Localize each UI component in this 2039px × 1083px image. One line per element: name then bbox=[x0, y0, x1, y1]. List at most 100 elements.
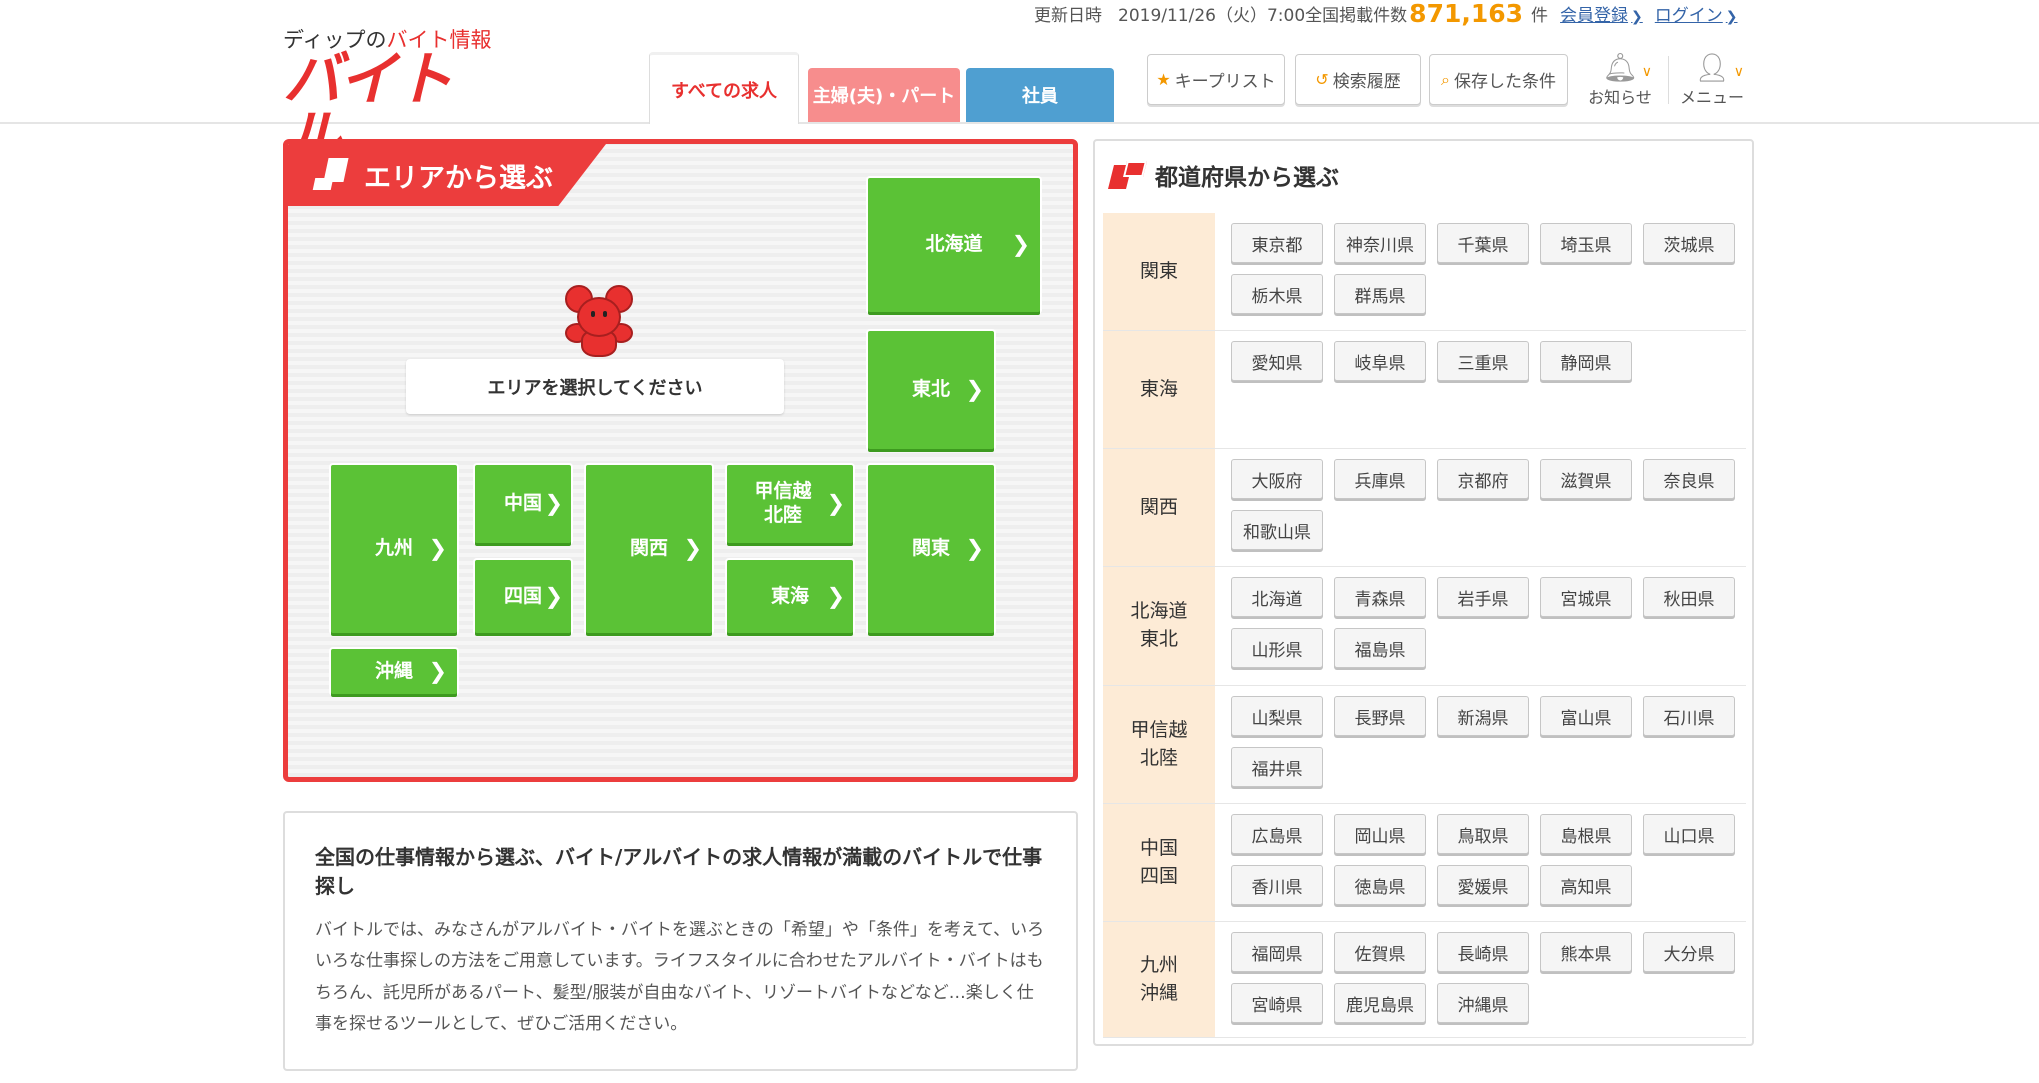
prefecture-button-group: 大阪府 兵庫県 京都府 滋賀県 奈良県和歌山県 bbox=[1231, 459, 1746, 550]
prefecture-button[interactable]: 山形県 bbox=[1231, 628, 1323, 668]
prefecture-button[interactable]: 和歌山県 bbox=[1231, 510, 1323, 550]
region-shikoku[interactable]: 四国 ❯ bbox=[475, 560, 571, 633]
prefecture-button[interactable]: 山梨県 bbox=[1231, 696, 1323, 736]
region-tokai[interactable]: 東海 ❯ bbox=[727, 560, 853, 633]
chevron-right-icon: ❯ bbox=[826, 583, 845, 609]
prefecture-button[interactable]: 北海道 bbox=[1231, 577, 1323, 617]
prefecture-button[interactable]: 栃木県 bbox=[1231, 274, 1323, 314]
prefecture-button[interactable]: 千葉県 bbox=[1437, 223, 1529, 263]
area-prompt: エリアを選択してください bbox=[406, 359, 784, 414]
prefecture-row-label: 九州 沖縄 bbox=[1103, 922, 1215, 1037]
prefecture-button[interactable]: 東京都 bbox=[1231, 223, 1323, 263]
prefecture-button[interactable]: 新潟県 bbox=[1437, 696, 1529, 736]
prefecture-button[interactable]: 高知県 bbox=[1540, 865, 1632, 905]
prefecture-button[interactable]: 神奈川県 bbox=[1334, 223, 1426, 263]
site-header: ディップのバイト情報 バイトル 更新日時 2019/11/26（火）7:00 全… bbox=[0, 0, 2039, 166]
notice-button[interactable]: 🔔︎ ∨ お知らせ bbox=[1580, 52, 1660, 108]
prefecture-button[interactable]: 埼玉県 bbox=[1540, 223, 1632, 263]
prefecture-button[interactable]: 沖縄県 bbox=[1437, 983, 1529, 1023]
prefecture-row: 関東 東京都 神奈川県 千葉県 埼玉県 茨城県 栃木県 群馬県 bbox=[1103, 213, 1746, 331]
keep-list-button[interactable]: ★ キープリスト bbox=[1147, 54, 1285, 105]
header-info-bar: 更新日時 2019/11/26（火）7:00 全国掲載件数 871,163 件 … bbox=[1034, 0, 1738, 28]
prefecture-button[interactable]: 静岡県 bbox=[1540, 341, 1632, 381]
chevron-right-icon: ❯ bbox=[826, 491, 845, 517]
saved-conditions-button[interactable]: ⌕ 保存した条件 bbox=[1429, 54, 1568, 105]
search-history-button[interactable]: ↺ 検索履歴 bbox=[1295, 54, 1421, 105]
prefecture-button[interactable]: 広島県 bbox=[1231, 814, 1323, 854]
region-hokkaido[interactable]: 北海道 ❯ bbox=[868, 178, 1040, 312]
prefecture-button[interactable]: 長野県 bbox=[1334, 696, 1426, 736]
chevron-right-icon: ❯ bbox=[965, 536, 984, 562]
prefecture-button[interactable]: 長崎県 bbox=[1437, 932, 1529, 972]
chevron-right-icon: ❯ bbox=[428, 536, 447, 562]
tab-part-time[interactable]: 主婦(夫)・パート bbox=[808, 68, 960, 122]
region-kansai[interactable]: 関西 ❯ bbox=[586, 465, 712, 633]
prefecture-button[interactable]: 福井県 bbox=[1231, 747, 1323, 787]
prefecture-button[interactable]: 徳島県 bbox=[1334, 865, 1426, 905]
area-panel-title: エリアから選ぶ bbox=[288, 144, 606, 206]
prefecture-button[interactable]: 大分県 bbox=[1643, 932, 1735, 972]
prefecture-button[interactable]: 奈良県 bbox=[1643, 459, 1735, 499]
region-chugoku[interactable]: 中国 ❯ bbox=[475, 465, 571, 543]
region-kyushu[interactable]: 九州 ❯ bbox=[331, 465, 457, 633]
prefecture-row: 東海 愛知県 岐阜県 三重県 静岡県 bbox=[1103, 331, 1746, 449]
chevron-down-icon: ∨ bbox=[1733, 64, 1744, 80]
prefecture-button[interactable]: 香川県 bbox=[1231, 865, 1323, 905]
region-kanto[interactable]: 関東 ❯ bbox=[868, 465, 994, 633]
prefecture-row-label: 甲信越 北陸 bbox=[1103, 686, 1215, 803]
menu-button[interactable]: 👤︎ ∨ メニュー bbox=[1672, 52, 1752, 108]
chevron-right-icon: ❯ bbox=[1011, 232, 1030, 258]
prefecture-button[interactable]: 兵庫県 bbox=[1334, 459, 1426, 499]
site-logo[interactable]: ディップのバイト情報 バイトル bbox=[283, 22, 492, 166]
prefecture-button[interactable]: 佐賀県 bbox=[1334, 932, 1426, 972]
prefecture-button[interactable]: 京都府 bbox=[1437, 459, 1529, 499]
prefecture-button[interactable]: 茨城県 bbox=[1643, 223, 1735, 263]
prefecture-button[interactable]: 福岡県 bbox=[1231, 932, 1323, 972]
prefecture-row-label: 中国 四国 bbox=[1103, 804, 1215, 921]
prefecture-button[interactable]: 岡山県 bbox=[1334, 814, 1426, 854]
prefecture-button[interactable]: 宮城県 bbox=[1540, 577, 1632, 617]
prefecture-button[interactable]: 滋賀県 bbox=[1540, 459, 1632, 499]
chevron-right-icon: ❯ bbox=[1631, 8, 1643, 25]
site-description: 全国の仕事情報から選ぶ、バイト/アルバイトの求人情報が満載のバイトルで仕事探し … bbox=[283, 811, 1078, 1071]
prefecture-button[interactable]: 青森県 bbox=[1334, 577, 1426, 617]
prefecture-select-panel: 都道府県から選ぶ 関東 東京都 神奈川県 千葉県 埼玉県 茨城県 栃木県 群馬県 東海 愛知県 岐阜… bbox=[1093, 139, 1754, 1046]
prefecture-row: 甲信越 北陸 山梨県 長野県 新潟県 富山県 石川県福井県 bbox=[1103, 686, 1746, 804]
prefecture-button[interactable]: 福島県 bbox=[1334, 628, 1426, 668]
prefecture-button[interactable]: 鹿児島県 bbox=[1334, 983, 1426, 1023]
prefecture-button[interactable]: 島根県 bbox=[1540, 814, 1632, 854]
prefecture-panel-title: 都道府県から選ぶ bbox=[1108, 153, 1339, 197]
prefecture-button[interactable]: 岐阜県 bbox=[1334, 341, 1426, 381]
prefecture-button[interactable]: 宮崎県 bbox=[1231, 983, 1323, 1023]
prefecture-button[interactable]: 岩手県 bbox=[1437, 577, 1529, 617]
japan-map-icon bbox=[310, 156, 350, 194]
prefecture-button[interactable]: 富山県 bbox=[1540, 696, 1632, 736]
prefecture-button[interactable]: 秋田県 bbox=[1643, 577, 1735, 617]
prefecture-row-label: 関西 bbox=[1103, 449, 1215, 566]
prefecture-button[interactable]: 大阪府 bbox=[1231, 459, 1323, 499]
prefecture-row-label: 東海 bbox=[1103, 331, 1215, 448]
updated-value: 2019/11/26（火）7:00 bbox=[1118, 5, 1306, 26]
prefecture-button[interactable]: 熊本県 bbox=[1540, 932, 1632, 972]
tab-employee[interactable]: 社員 bbox=[966, 68, 1114, 122]
tab-all-jobs[interactable]: すべての求人 bbox=[649, 52, 799, 124]
prefecture-button[interactable]: 愛知県 bbox=[1231, 341, 1323, 381]
region-koshinetsu-hokuriku[interactable]: 甲信越 北陸 ❯ bbox=[727, 465, 853, 543]
prefecture-button-group: 山梨県 長野県 新潟県 富山県 石川県福井県 bbox=[1231, 696, 1746, 787]
prefecture-row: 関西 大阪府 兵庫県 京都府 滋賀県 奈良県和歌山県 bbox=[1103, 449, 1746, 567]
prefecture-button[interactable]: 鳥取県 bbox=[1437, 814, 1529, 854]
prefecture-button[interactable]: 群馬県 bbox=[1334, 274, 1426, 314]
prefecture-button[interactable]: 三重県 bbox=[1437, 341, 1529, 381]
chevron-right-icon: ❯ bbox=[428, 658, 447, 684]
region-tohoku[interactable]: 東北 ❯ bbox=[868, 331, 994, 449]
count-unit: 件 bbox=[1531, 5, 1549, 26]
region-okinawa[interactable]: 沖縄 ❯ bbox=[331, 649, 457, 694]
login-link[interactable]: ログイン ❯ bbox=[1655, 1, 1738, 26]
prefecture-button-group: 東京都 神奈川県 千葉県 埼玉県 茨城県栃木県 群馬県 bbox=[1231, 223, 1746, 314]
prefecture-button[interactable]: 石川県 bbox=[1643, 696, 1735, 736]
prefecture-button[interactable]: 山口県 bbox=[1643, 814, 1735, 854]
register-link[interactable]: 会員登録 ❯ bbox=[1560, 1, 1643, 26]
header-divider bbox=[1668, 56, 1669, 104]
updated-label: 更新日時 bbox=[1034, 5, 1102, 26]
prefecture-button[interactable]: 愛媛県 bbox=[1437, 865, 1529, 905]
